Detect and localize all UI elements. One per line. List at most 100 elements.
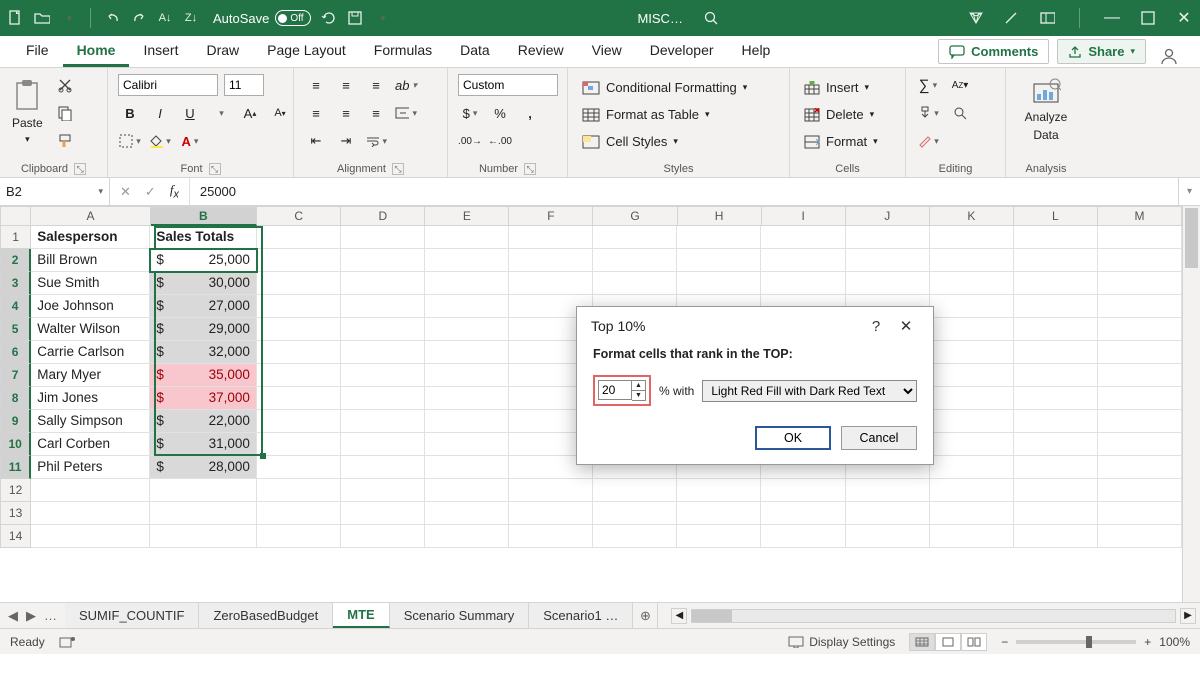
search-icon[interactable] xyxy=(703,10,719,26)
cell-L6[interactable] xyxy=(1014,341,1098,364)
percent-input[interactable] xyxy=(598,380,632,400)
cell-M3[interactable] xyxy=(1098,272,1182,295)
row-header-7[interactable]: 7 xyxy=(0,364,31,387)
column-header-A[interactable]: A xyxy=(31,206,150,226)
cell-D8[interactable] xyxy=(341,387,425,410)
cell-C7[interactable] xyxy=(257,364,341,387)
cell-M9[interactable] xyxy=(1098,410,1182,433)
cell-K9[interactable] xyxy=(930,410,1014,433)
cell-E8[interactable] xyxy=(425,387,509,410)
clipboard-dialog-launcher[interactable]: ⤡ xyxy=(74,163,86,175)
cell-E5[interactable] xyxy=(425,318,509,341)
cell-B10[interactable]: $31,000 xyxy=(150,433,257,456)
vertical-scrollbar[interactable] xyxy=(1182,206,1200,602)
cell-I3[interactable] xyxy=(761,272,845,295)
row-header-4[interactable]: 4 xyxy=(0,295,31,318)
row-header-8[interactable]: 8 xyxy=(0,387,31,410)
cell-E12[interactable] xyxy=(425,479,509,502)
selection-handle[interactable] xyxy=(260,453,266,459)
italic-button[interactable]: I xyxy=(148,102,172,124)
format-cells-button[interactable]: Format▾ xyxy=(800,132,882,151)
cell-E1[interactable] xyxy=(425,226,509,249)
insert-cells-button[interactable]: Insert▾ xyxy=(800,78,873,97)
row-header-2[interactable]: 2 xyxy=(0,249,31,272)
percent-format-icon[interactable]: % xyxy=(488,102,512,124)
cell-F13[interactable] xyxy=(509,502,593,525)
cell-M8[interactable] xyxy=(1098,387,1182,410)
redo-icon[interactable] xyxy=(131,10,147,26)
cell-D1[interactable] xyxy=(341,226,425,249)
cell-L2[interactable] xyxy=(1014,249,1098,272)
cell-B12[interactable] xyxy=(150,479,257,502)
cell-B3[interactable]: $30,000 xyxy=(150,272,257,295)
name-box[interactable]: B2 ▾ xyxy=(0,178,110,205)
decrease-font-icon[interactable]: A▾ xyxy=(268,102,292,124)
comments-button[interactable]: Comments xyxy=(938,39,1049,64)
increase-indent-icon[interactable]: ⇥ xyxy=(334,130,358,152)
tab-file[interactable]: File xyxy=(12,36,63,67)
format-as-table-button[interactable]: Format as Table▾ xyxy=(578,105,714,124)
cell-K3[interactable] xyxy=(930,272,1014,295)
share-button[interactable]: Share ▾ xyxy=(1057,39,1146,64)
wrap-text-icon[interactable] xyxy=(364,130,388,152)
cell-C13[interactable] xyxy=(257,502,341,525)
align-bottom-icon[interactable]: ≡ xyxy=(364,74,388,96)
cell-M11[interactable] xyxy=(1098,456,1182,479)
zoom-in-icon[interactable]: + xyxy=(1144,635,1151,649)
cell-K6[interactable] xyxy=(930,341,1014,364)
cell-J3[interactable] xyxy=(846,272,930,295)
tab-data[interactable]: Data xyxy=(446,36,504,67)
cell-A12[interactable] xyxy=(31,479,150,502)
analyze-data-button[interactable]: Analyze Data xyxy=(1023,74,1070,146)
sheet-prev-icon[interactable]: ◀ xyxy=(8,608,18,624)
formula-expand-icon[interactable]: ▾ xyxy=(1178,178,1200,205)
cell-A9[interactable]: Sally Simpson xyxy=(31,410,150,433)
ok-button[interactable]: OK xyxy=(755,426,831,450)
cell-H14[interactable] xyxy=(677,525,761,548)
cell-B5[interactable]: $29,000 xyxy=(150,318,257,341)
cell-A2[interactable]: Bill Brown xyxy=(31,249,150,272)
cell-B7[interactable]: $35,000 xyxy=(150,364,257,387)
close-icon[interactable]: ✕ xyxy=(1176,10,1192,26)
cell-E14[interactable] xyxy=(425,525,509,548)
cell-G2[interactable] xyxy=(593,249,677,272)
ribbon-mode-icon[interactable] xyxy=(1039,10,1055,26)
cell-M13[interactable] xyxy=(1098,502,1182,525)
number-dialog-launcher[interactable]: ⤡ xyxy=(524,163,536,175)
cell-G12[interactable] xyxy=(593,479,677,502)
number-format-select[interactable] xyxy=(458,74,558,96)
column-header-E[interactable]: E xyxy=(425,206,509,226)
comma-format-icon[interactable]: , xyxy=(518,102,542,124)
sheet-tab-zerobasedbudget[interactable]: ZeroBasedBudget xyxy=(199,603,333,628)
increase-decimal-icon[interactable]: .00→ xyxy=(458,130,482,152)
tab-draw[interactable]: Draw xyxy=(192,36,253,67)
tab-insert[interactable]: Insert xyxy=(129,36,192,67)
cell-E4[interactable] xyxy=(425,295,509,318)
row-header-5[interactable]: 5 xyxy=(0,318,31,341)
cell-D6[interactable] xyxy=(341,341,425,364)
cell-E11[interactable] xyxy=(425,456,509,479)
cell-M6[interactable] xyxy=(1098,341,1182,364)
cell-L7[interactable] xyxy=(1014,364,1098,387)
cell-A6[interactable]: Carrie Carlson xyxy=(31,341,150,364)
cell-E10[interactable] xyxy=(425,433,509,456)
cell-D9[interactable] xyxy=(341,410,425,433)
cell-G14[interactable] xyxy=(593,525,677,548)
cell-M2[interactable] xyxy=(1098,249,1182,272)
fill-icon[interactable] xyxy=(916,102,940,124)
cell-L11[interactable] xyxy=(1014,456,1098,479)
row-header-13[interactable]: 13 xyxy=(0,502,31,525)
cell-C2[interactable] xyxy=(257,249,341,272)
row-header-6[interactable]: 6 xyxy=(0,341,31,364)
sheet-tab-scenario1--[interactable]: Scenario1 … xyxy=(529,603,633,628)
column-header-H[interactable]: H xyxy=(678,206,762,226)
spin-up-icon[interactable]: ▲ xyxy=(632,381,645,391)
save-icon[interactable] xyxy=(347,10,363,26)
copy-icon[interactable] xyxy=(53,102,77,124)
cell-C6[interactable] xyxy=(257,341,341,364)
font-name-select[interactable] xyxy=(118,74,218,96)
cell-M1[interactable] xyxy=(1098,226,1182,249)
page-layout-view-icon[interactable] xyxy=(935,633,961,651)
cell-I2[interactable] xyxy=(761,249,845,272)
cell-K4[interactable] xyxy=(930,295,1014,318)
